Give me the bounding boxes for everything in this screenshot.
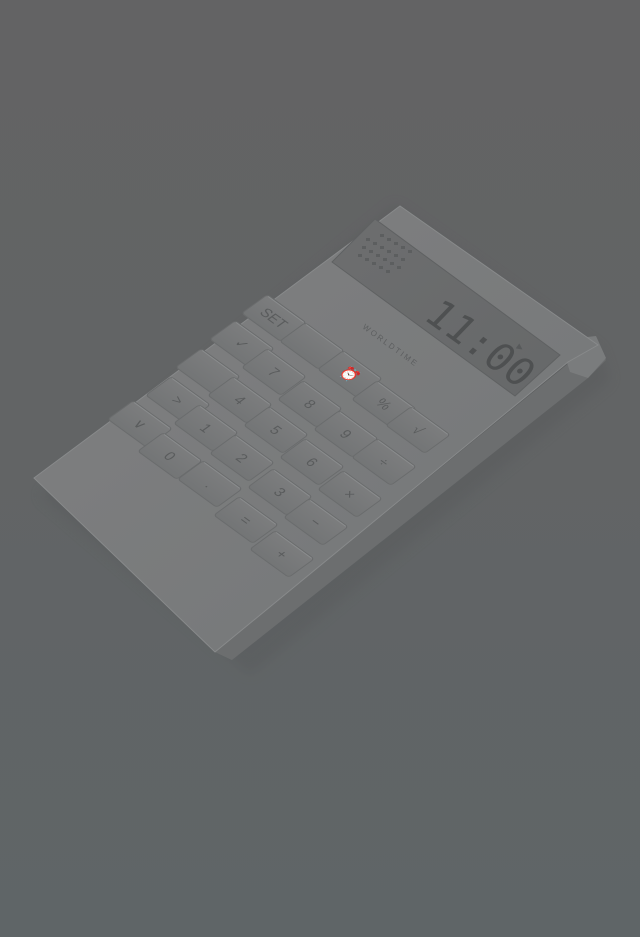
- scene: 11:00 ▶ WORLDTIME SET✓7 ⏰> 4 8 %∨ 1 5 9 √0 2 6 ÷.3 ×…: [33, 205, 610, 675]
